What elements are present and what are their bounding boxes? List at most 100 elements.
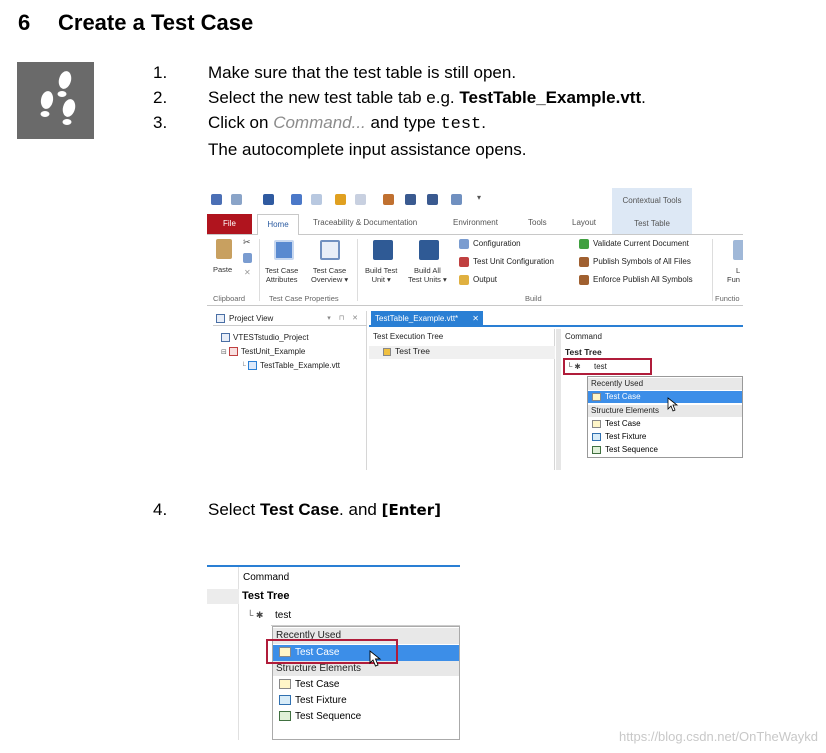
output-button[interactable]: Output — [459, 275, 497, 285]
test-case-icon — [592, 392, 601, 401]
build-icon[interactable] — [405, 194, 416, 205]
build-test-unit-button[interactable]: Build Test Unit ▾ — [365, 266, 397, 284]
option-test-fixture-zoom[interactable]: Test Fixture — [273, 693, 459, 709]
section-title: Create a Test Case — [58, 10, 254, 35]
tab-home[interactable]: Home — [257, 214, 299, 235]
project-icon — [221, 333, 230, 343]
forward-icon[interactable] — [355, 194, 366, 205]
test-unit-configuration-icon — [459, 257, 469, 267]
tree-item-test-table[interactable]: └ TestTable_Example.vtt — [241, 361, 340, 371]
option-test-sequence-zoom[interactable]: Test Sequence — [273, 709, 459, 725]
enforce-publish-icon — [579, 275, 589, 285]
configuration-icon — [459, 239, 469, 249]
tree-prefix-zoom: └ ✱ — [247, 610, 264, 620]
group-test-case-properties: Test Case Properties — [269, 294, 339, 303]
command-header-zoom: Command — [243, 572, 290, 583]
redo-icon[interactable] — [311, 194, 322, 205]
window-icon[interactable] — [451, 194, 462, 205]
enter-key: [Enter] — [381, 501, 441, 519]
option-test-sequence[interactable]: Test Sequence — [588, 444, 742, 456]
project-view-header: Project View ▾ ⊓ ✕ — [213, 311, 367, 326]
test-tree-row-zoom: Test Tree — [242, 590, 290, 602]
test-case-overview-button[interactable]: Test Case Overview ▾ — [311, 266, 348, 284]
ribbon-tabs: File Home Traceability & Documentation E… — [207, 214, 743, 235]
function-icon[interactable] — [733, 240, 743, 260]
build-all-icon[interactable] — [427, 194, 438, 205]
section-heading: 6 Create a Test Case — [18, 10, 253, 36]
option-test-case-zoom[interactable]: Test Case — [273, 677, 459, 693]
command-test-tree-row: Test Tree — [565, 347, 602, 357]
test-execution-tree-column: Test Execution Tree Test Tree — [369, 329, 555, 470]
build-test-unit-icon[interactable] — [373, 240, 393, 260]
tree-item-test-unit[interactable]: ⊟ TestUnit_Example — [221, 347, 305, 357]
option-test-case[interactable]: Test Case — [588, 418, 742, 430]
tree-item-project[interactable]: VTESTstudio_Project — [221, 333, 309, 343]
publish-icon — [579, 257, 589, 267]
tab-file[interactable]: File — [207, 214, 252, 234]
test-table-file-icon — [247, 361, 257, 371]
output-icon — [459, 275, 469, 285]
highlight-box-input — [563, 358, 652, 375]
watermark: https://blog.csdn.net/OnTheWaykd — [619, 729, 818, 744]
configuration-button[interactable]: Configuration — [459, 239, 521, 249]
function-button[interactable]: L Fun — [727, 266, 740, 284]
test-case-icon — [279, 679, 291, 690]
contextual-tools-label: Contextual Tools — [612, 188, 692, 214]
delete-icon[interactable]: ✕ — [244, 268, 251, 277]
command-keyword: Command... — [273, 113, 366, 132]
test-case-bold: Test Case — [259, 500, 340, 519]
option-recent-test-case[interactable]: Test Case — [588, 391, 742, 403]
option-test-fixture[interactable]: Test Fixture — [588, 431, 742, 443]
tool-icon[interactable] — [383, 194, 394, 205]
screenshot-autocomplete-zoom: Command Test Tree └ ✱ test Recently Used… — [207, 565, 460, 740]
project-view-panel: Project View ▾ ⊓ ✕ VTESTstudio_Project ⊟… — [207, 311, 367, 470]
cut-icon[interactable]: ✂ — [243, 237, 251, 248]
panel-controls[interactable]: ▾ ⊓ ✕ — [327, 314, 361, 322]
paste-icon[interactable] — [216, 239, 232, 259]
validate-icon — [579, 239, 589, 249]
enforce-publish-button[interactable]: Enforce Publish All Symbols — [579, 275, 693, 285]
group-recently-used: Recently Used — [588, 378, 742, 390]
build-all-test-units-icon[interactable] — [419, 240, 439, 260]
tab-environment[interactable]: Environment — [453, 218, 498, 227]
test-sequence-icon — [279, 711, 291, 722]
undo-icon[interactable] — [291, 194, 302, 205]
test-case-overview-icon[interactable] — [320, 240, 340, 260]
project-view-icon — [216, 314, 225, 323]
app-icon[interactable] — [211, 194, 222, 205]
test-case-attributes-icon[interactable] — [274, 240, 294, 260]
back-icon[interactable] — [335, 194, 346, 205]
editor-tab-bar: TestTable_Example.vtt* ✕ — [369, 311, 743, 327]
tab-layout[interactable]: Layout — [572, 218, 596, 227]
tab-tools[interactable]: Tools — [528, 218, 547, 227]
mouse-cursor-icon — [369, 650, 382, 667]
test-case-attributes-button[interactable]: Test Case Attributes — [265, 266, 298, 284]
save-icon[interactable] — [263, 194, 274, 205]
build-all-test-units-button[interactable]: Build All Test Units ▾ — [408, 266, 447, 284]
group-clipboard: Clipboard — [213, 294, 246, 303]
test-execution-tree-header: Test Execution Tree — [373, 332, 444, 341]
command-header: Command — [565, 332, 602, 341]
tab-traceability[interactable]: Traceability & Documentation — [313, 218, 417, 227]
file-name-bold: TestTable_Example.vtt — [459, 88, 642, 107]
ribbon: Paste ✂ ✕ Clipboard Test Case Attributes … — [207, 234, 743, 306]
exec-tree-row[interactable]: Test Tree — [369, 346, 555, 359]
editor-tab-test-table[interactable]: TestTable_Example.vtt* ✕ — [371, 311, 483, 327]
tab-test-table[interactable]: Test Table — [612, 214, 692, 234]
group-structure-elements: Structure Elements — [588, 405, 742, 417]
test-unit-icon — [228, 347, 238, 357]
close-tab-icon[interactable]: ✕ — [472, 311, 479, 327]
footsteps-icon — [17, 62, 94, 139]
command-input-zoom[interactable]: test — [275, 610, 291, 621]
test-fixture-icon — [279, 695, 291, 706]
group-build: Build — [525, 294, 542, 303]
publish-symbols-button[interactable]: Publish Symbols of All Files — [579, 257, 691, 267]
validate-document-button[interactable]: Validate Current Document — [579, 239, 689, 249]
copy-icon[interactable] — [243, 253, 252, 263]
mouse-cursor-icon — [667, 397, 679, 412]
paste-button[interactable]: Paste — [213, 265, 232, 274]
screenshot-vteststudio: ▾ Contextual Tools File Home Traceabilit… — [207, 187, 743, 470]
customize-icon[interactable]: ▾ — [477, 193, 481, 202]
new-icon[interactable] — [231, 194, 242, 205]
test-unit-configuration-button[interactable]: Test Unit Configuration — [459, 257, 554, 267]
